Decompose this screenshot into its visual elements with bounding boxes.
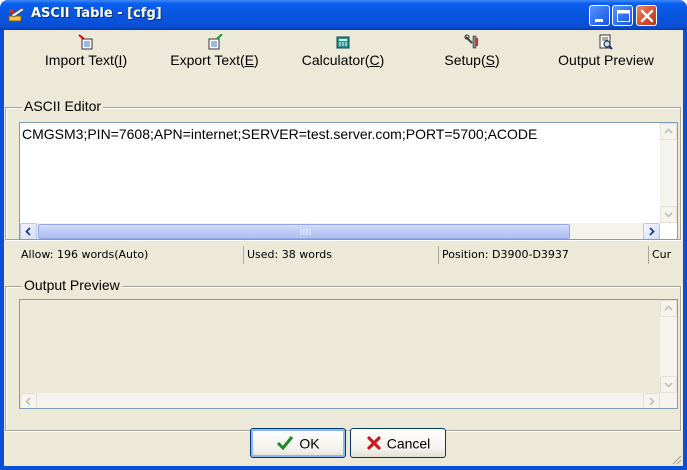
output-preview-area[interactable] xyxy=(19,299,678,409)
import-text-icon xyxy=(78,34,93,50)
cancel-x-icon xyxy=(367,436,381,450)
ok-button-label: OK xyxy=(299,435,320,452)
title-bar[interactable]: ASCII Table - [cfg] xyxy=(0,0,687,30)
scroll-right-button[interactable] xyxy=(643,393,660,408)
toolbar-calculator[interactable]: Calculator(C) xyxy=(288,34,398,94)
chevron-left-icon xyxy=(25,227,31,236)
scroll-right-button[interactable] xyxy=(643,223,660,239)
grip-lines-icon xyxy=(300,229,311,235)
status-position: Position: D3900-D3937 xyxy=(441,246,649,264)
output-preview-icon xyxy=(599,34,613,50)
preview-vertical-scrollbar[interactable] xyxy=(660,300,677,393)
minimize-icon xyxy=(595,19,603,22)
chevron-right-icon xyxy=(649,397,655,406)
toolbar-export-text[interactable]: Export Text(E) xyxy=(152,34,277,94)
chevron-down-icon xyxy=(664,212,673,218)
resize-grip-icon[interactable] xyxy=(670,453,682,465)
maximize-button[interactable] xyxy=(612,5,633,26)
ascii-editor-text: CMGSM3;PIN=7608;APN=internet;SERVER=test… xyxy=(22,126,538,142)
ascii-editor-textarea[interactable]: CMGSM3;PIN=7608;APN=internet;SERVER=test… xyxy=(19,122,678,240)
chevron-down-icon xyxy=(664,382,673,388)
chevron-up-icon xyxy=(664,128,673,134)
toolbar-setup[interactable]: Setup(S) xyxy=(436,34,508,94)
toolbar: Import Text(I) Export Text(E) Calculator… xyxy=(4,30,683,98)
ascii-table-window: ASCII Table - [cfg] Import Text(I) Expor… xyxy=(0,0,687,470)
horizontal-scroll-thumb[interactable] xyxy=(38,224,570,239)
status-used: Used: 38 words xyxy=(246,246,439,264)
chevron-up-icon xyxy=(664,305,673,311)
scroll-left-button[interactable] xyxy=(20,393,37,408)
status-allow: Allow: 196 words(Auto) xyxy=(20,246,244,264)
cancel-button-label: Cancel xyxy=(386,435,431,452)
toolbar-label: Calculator(C) xyxy=(301,52,385,68)
chevron-left-icon xyxy=(25,397,31,406)
scroll-up-button[interactable] xyxy=(660,123,677,140)
cancel-button[interactable]: Cancel xyxy=(350,428,446,458)
scroll-down-button[interactable] xyxy=(660,376,677,393)
close-icon xyxy=(640,9,654,23)
calculator-icon xyxy=(336,36,350,49)
toolbar-import-text[interactable]: Import Text(I) xyxy=(26,34,146,94)
scroll-left-button[interactable] xyxy=(20,223,37,239)
toolbar-label: Setup(S) xyxy=(444,52,500,68)
chevron-right-icon xyxy=(649,227,655,236)
window-title: ASCII Table - [cfg] xyxy=(31,6,162,21)
app-icon xyxy=(8,7,25,22)
output-preview-label: Output Preview xyxy=(22,277,122,293)
editor-vertical-scrollbar[interactable] xyxy=(660,123,677,223)
toolbar-label: Export Text(E) xyxy=(170,52,259,68)
toolbar-label: Output Preview xyxy=(558,52,654,68)
editor-horizontal-scrollbar[interactable] xyxy=(20,223,660,239)
toolbar-label: Import Text(I) xyxy=(44,52,128,68)
ascii-editor-label: ASCII Editor xyxy=(22,98,104,114)
ok-button[interactable]: OK xyxy=(250,428,346,458)
status-cursor: Cur xyxy=(652,248,672,261)
export-text-icon xyxy=(208,34,223,50)
preview-horizontal-scrollbar[interactable] xyxy=(20,393,677,408)
close-button[interactable] xyxy=(636,5,657,26)
setup-tools-icon xyxy=(464,34,478,49)
maximize-icon xyxy=(617,10,630,22)
minimize-button[interactable] xyxy=(589,5,610,26)
toolbar-output-preview[interactable]: Output Preview xyxy=(542,34,670,94)
checkmark-icon xyxy=(277,436,294,451)
dialog-client-area: Import Text(I) Export Text(E) Calculator… xyxy=(4,30,683,466)
scroll-up-button[interactable] xyxy=(660,300,677,317)
scroll-down-button[interactable] xyxy=(660,206,677,223)
status-bar: Allow: 196 words(Auto) Used: 38 words Po… xyxy=(4,245,683,265)
